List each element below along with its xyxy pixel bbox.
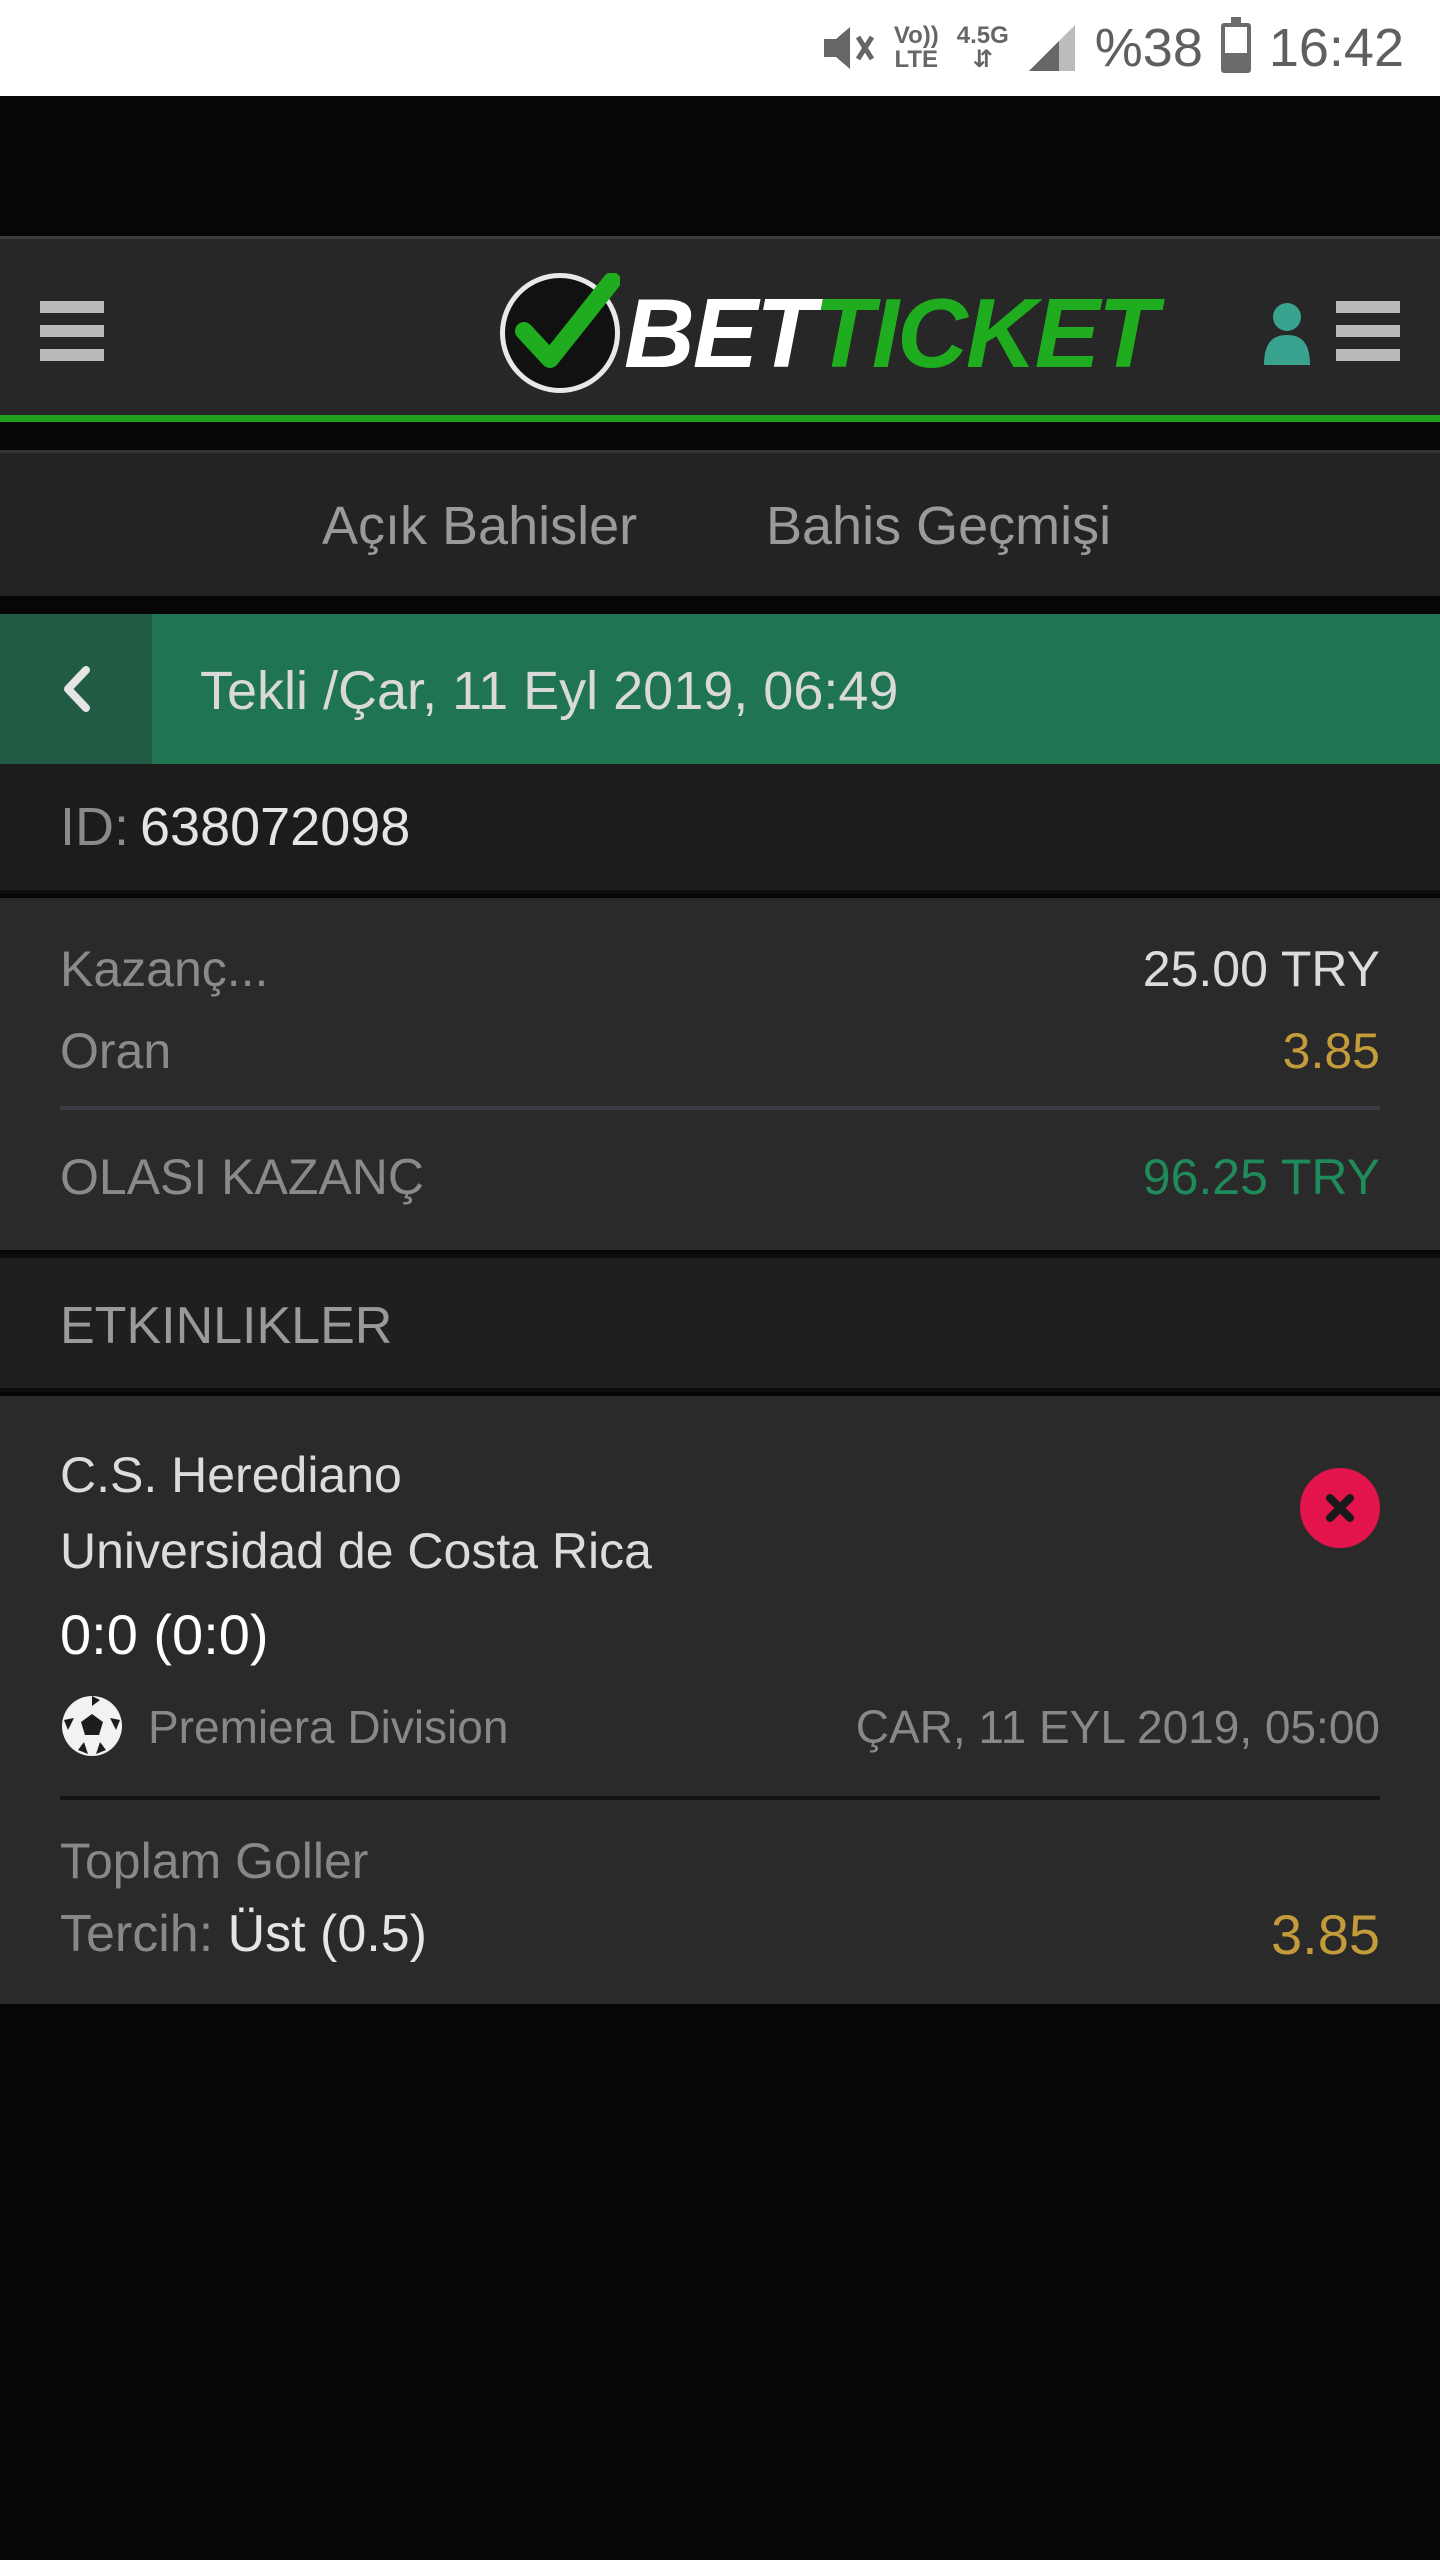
pick-odds: 3.85	[1271, 1903, 1380, 1966]
events-title: ETKINLIKLER	[60, 1297, 393, 1355]
event-divider	[60, 1796, 1380, 1800]
header-accent-line	[0, 415, 1440, 422]
checkmark-logo-icon	[500, 273, 620, 393]
battery-percent: %38	[1094, 18, 1203, 78]
match-date: ÇAR, 11 EYL 2019, 05:00	[855, 1701, 1380, 1753]
network-type: 4.5G ⇵	[956, 22, 1009, 73]
league-name: Premiera Division	[148, 1701, 509, 1753]
market-name: Toplam Goller	[60, 1833, 369, 1889]
pick-value: Üst (0.5)	[227, 1905, 427, 1963]
pick-label: Tercih:	[60, 1905, 214, 1963]
account-menu-icon[interactable]	[1336, 301, 1400, 361]
bet-id-row: ID: 638072098	[0, 764, 1440, 894]
betticket-logo[interactable]: BETTICKET	[500, 273, 1158, 393]
stake-value: 25.00 TRY	[1142, 941, 1380, 997]
signal-icon	[1028, 25, 1075, 71]
remove-event-button[interactable]	[1300, 1468, 1380, 1548]
logo-wordmark: BETTICKET	[624, 278, 1158, 388]
odds-value: 3.85	[1282, 1023, 1380, 1079]
pick-row: Tercih: Üst (0.5)	[60, 1904, 427, 1964]
potential-win-label: OLASI KAZANÇ	[60, 1149, 424, 1205]
match-score: 0:0 (0:0)	[60, 1603, 269, 1666]
soccer-ball-icon	[62, 1696, 122, 1756]
chevron-left-icon	[64, 666, 90, 712]
stake-label: Kazanç...	[60, 941, 269, 997]
user-icon[interactable]	[1262, 301, 1312, 365]
away-team: Universidad de Costa Rica	[60, 1523, 652, 1579]
tab-bet-history[interactable]: Bahis Geçmişi	[766, 495, 1111, 557]
bet-detail-header: Tekli /Çar, 11 Eyl 2019, 06:49	[0, 614, 1440, 764]
bet-summary: Kazanç... 25.00 TRY Oran 3.85 OLASI KAZA…	[0, 898, 1440, 1250]
bets-tabs: Açık Bahisler Bahis Geçmişi	[0, 450, 1440, 596]
app-header: BETTICKET	[0, 236, 1440, 422]
close-icon	[1326, 1494, 1354, 1522]
bet-title: Tekli /Çar, 11 Eyl 2019, 06:49	[200, 661, 899, 721]
battery-icon	[1220, 17, 1251, 73]
odds-label: Oran	[60, 1023, 172, 1079]
clock: 16:42	[1268, 18, 1404, 78]
tab-open-bets[interactable]: Açık Bahisler	[322, 495, 637, 557]
hamburger-menu-icon[interactable]	[40, 301, 104, 361]
back-button[interactable]	[0, 614, 152, 764]
events-section-header: ETKINLIKLER	[0, 1254, 1440, 1392]
potential-win-value: 96.25 TRY	[1142, 1149, 1380, 1205]
bet-id-label: ID:	[60, 797, 130, 857]
status-bar: Vo)) LTE 4.5G ⇵ %38 16:42	[0, 0, 1440, 96]
event-card: C.S. Herediano Universidad de Costa Rica…	[0, 1396, 1440, 2004]
bet-id-value: 638072098	[140, 797, 411, 857]
home-team: C.S. Herediano	[60, 1447, 402, 1503]
volte-indicator: Vo)) LTE	[893, 22, 939, 73]
status-icons: Vo)) LTE 4.5G ⇵ %38 16:42	[820, 14, 1404, 82]
mute-icon	[823, 27, 874, 69]
summary-divider	[60, 1106, 1380, 1110]
